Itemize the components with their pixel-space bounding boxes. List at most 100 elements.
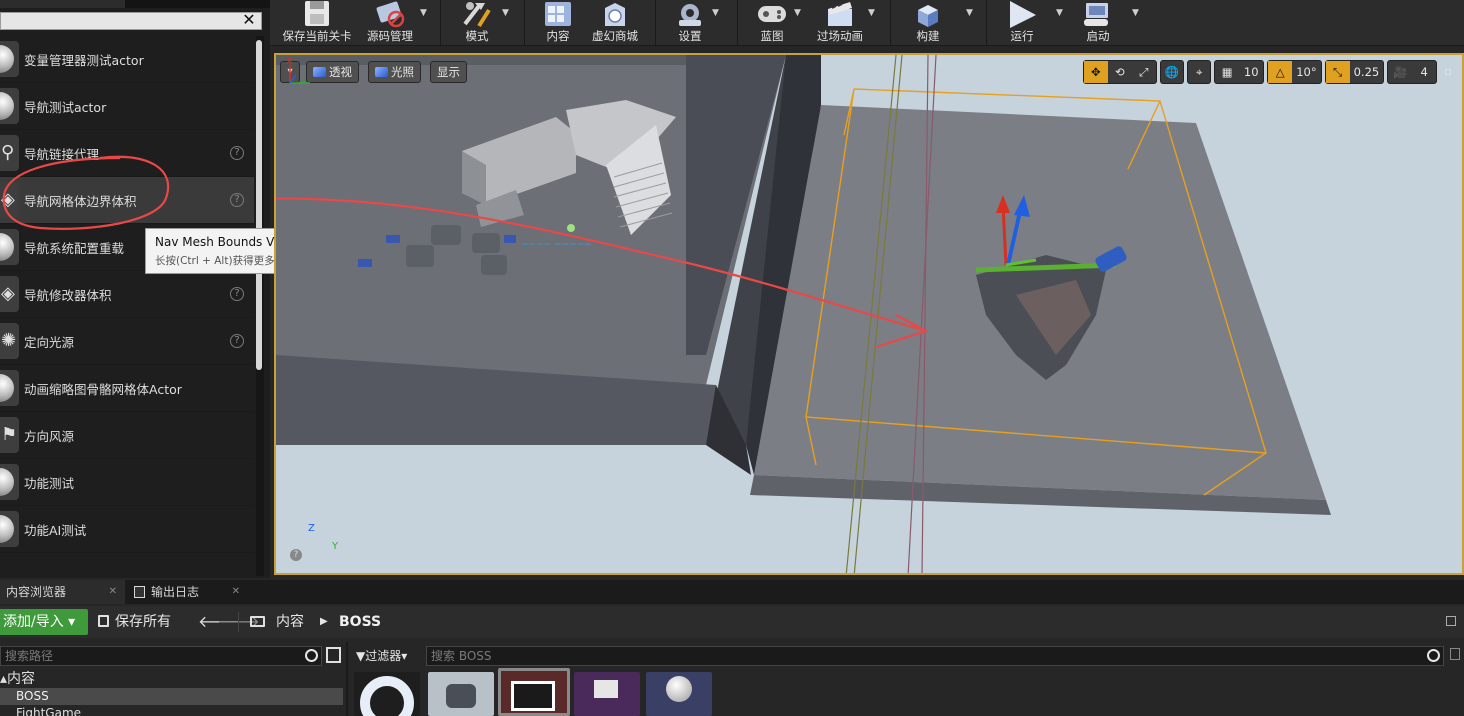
help-icon[interactable]: ? (230, 334, 244, 348)
help-icon[interactable]: ? (230, 287, 244, 301)
asset-search-input[interactable] (427, 647, 1443, 665)
settings-button[interactable]: 设置 ▼ (668, 0, 719, 46)
place-actor-label: 导航测试actor (24, 99, 107, 115)
save-all-button[interactable]: 保存所有 (98, 609, 171, 635)
folder-tree-root[interactable]: ▴内容 (0, 670, 35, 688)
level-viewport[interactable]: ~~~~ ~~~~~ 透视 光照 显示 ✥ ⟲ ⤢ 🌐 ⌖ ▦ 10 △ 10°… (274, 53, 1464, 575)
build-button[interactable]: 构建 ▼ (904, 0, 973, 46)
move-icon[interactable]: ✥ (1083, 61, 1108, 83)
axis-label-y: Y (332, 541, 339, 552)
modes-button[interactable]: 模式 ▼ (452, 0, 509, 46)
help-icon[interactable]: ? (290, 549, 302, 561)
blueprint-icon (752, 0, 792, 28)
grid-snap-value[interactable]: 10 (1239, 61, 1263, 83)
content-button[interactable]: 内容 (536, 0, 580, 46)
path-search-input[interactable] (1, 647, 321, 665)
play-button[interactable]: 运行 ▼ (1000, 0, 1063, 46)
scale-snap-group: ⤡ 0.25 (1324, 60, 1385, 84)
clear-search-icon[interactable]: ✕ (241, 11, 257, 29)
scrollbar-thumb[interactable] (256, 40, 262, 370)
lock-icon[interactable] (1446, 616, 1456, 626)
sphere-icon (0, 370, 19, 406)
blueprints-button[interactable]: 蓝图 ▼ (750, 0, 801, 46)
scale-snap-value[interactable]: 0.25 (1350, 61, 1384, 83)
help-icon[interactable]: ? (230, 193, 244, 207)
camera-speed-icon[interactable]: 🎥 (1388, 61, 1412, 83)
panel-tab[interactable] (0, 0, 125, 8)
place-actor-item[interactable]: 功能测试 (0, 459, 254, 506)
place-actor-item[interactable]: 动画缩略图骨骼网格体Actor (0, 365, 254, 412)
path-search-field[interactable] (0, 646, 322, 666)
content-browser-panel: 内容浏览器 ✕ 输出日志 ✕ 添加/导入 ▾ 保存所有 🡐 🡒 内容 ▶ BOS… (0, 580, 1464, 716)
search-icon[interactable] (305, 649, 318, 662)
scale-snap-icon[interactable]: ⤡ (1325, 61, 1350, 83)
asset-thumbnail[interactable] (574, 672, 640, 716)
chevron-down-icon[interactable]: ▼ (966, 8, 973, 18)
unreal-editor-window: ✕ 变量管理器测试actor 导航测试actor ⚲ 导航链接代理? ◈ 导航网格体边界体… (0, 0, 1464, 716)
show-button[interactable]: 显示 (430, 61, 467, 83)
add-import-button[interactable]: 添加/导入 ▾ (0, 609, 88, 635)
annotation-circle (2, 155, 170, 230)
tab-content-browser[interactable]: 内容浏览器 ✕ (0, 580, 125, 604)
folder-tree-item-boss[interactable]: BOSS (0, 688, 343, 705)
view-options-icon[interactable] (326, 647, 341, 663)
panel-options-icon[interactable] (1450, 648, 1460, 660)
asset-thumbnail[interactable] (428, 672, 494, 716)
camera-speed-value[interactable]: 4 (1412, 61, 1436, 83)
source-control-button[interactable]: 源码管理 ▼ (362, 0, 427, 46)
maximize-viewport-icon[interactable]: ▫ (1440, 60, 1456, 84)
help-icon[interactable]: ? (230, 146, 244, 160)
chevron-down-icon[interactable]: ▼ (502, 8, 509, 18)
chevron-down-icon[interactable]: ▼ (794, 8, 801, 18)
close-tab-icon[interactable]: ✕ (109, 580, 117, 604)
world-space-icon[interactable]: 🌐 (1159, 60, 1185, 84)
asset-thumbnail[interactable] (646, 672, 712, 716)
place-actor-label: 功能测试 (24, 475, 75, 491)
rotation-snap-icon[interactable]: △ (1268, 61, 1293, 83)
place-actor-item[interactable]: 导航测试actor (0, 83, 254, 130)
filters-button[interactable]: ▼过滤器▾ (356, 646, 407, 666)
breadcrumb-boss[interactable]: BOSS (339, 609, 381, 635)
asset-search-field[interactable] (426, 646, 1444, 666)
place-actor-item[interactable]: 变量管理器测试actor (0, 36, 254, 83)
close-tab-icon[interactable]: ✕ (232, 580, 240, 604)
grid-icon[interactable]: ▦ (1215, 61, 1239, 83)
rotation-snap-group: △ 10° (1267, 60, 1322, 84)
breadcrumb-separator-icon[interactable]: ▶ (320, 609, 328, 635)
chevron-down-icon[interactable]: ▼ (1132, 8, 1139, 18)
chevron-down-icon[interactable]: ▼ (1056, 8, 1063, 18)
asset-thumbnail[interactable] (354, 672, 420, 716)
rotation-snap-value[interactable]: 10° (1292, 61, 1320, 83)
save-icon (98, 615, 109, 627)
lit-mode-button[interactable]: 光照 (368, 61, 421, 83)
chevron-down-icon[interactable]: ▼ (868, 8, 875, 18)
sphere-icon (0, 41, 19, 77)
scale-icon[interactable]: ⤢ (1132, 61, 1156, 83)
camera-icon (594, 680, 618, 698)
place-search-input[interactable]: ✕ (0, 11, 262, 30)
mesh-preview-icon (446, 684, 476, 708)
folder-tree-item-fightgame[interactable]: FightGame (16, 705, 81, 716)
splitter[interactable] (346, 642, 348, 716)
tab-output-log[interactable]: 输出日志 ✕ (128, 580, 248, 604)
launch-button[interactable]: 启动 ▼ (1076, 0, 1139, 46)
breadcrumb-content[interactable]: 内容 (276, 609, 304, 635)
chevron-down-icon[interactable]: ▼ (712, 8, 719, 18)
marketplace-button[interactable]: 虚幻商城 (588, 0, 642, 46)
svg-text:X: X (286, 56, 293, 67)
search-icon[interactable] (1427, 649, 1440, 662)
axis-indicator: X (286, 56, 310, 84)
place-actor-item[interactable]: ✺ 定向光源? (0, 318, 254, 365)
save-current-level-button[interactable]: 保存当前关卡 (280, 0, 354, 46)
chevron-down-icon[interactable]: ▼ (420, 8, 427, 18)
place-actor-item[interactable]: ⚑ 方向风源 (0, 412, 254, 459)
cinematics-button[interactable]: 过场动画 ▼ (812, 0, 875, 46)
play-icon (1002, 0, 1042, 28)
place-actor-item[interactable]: ◈ 导航修改器体积? (0, 271, 254, 318)
surface-snap-icon[interactable]: ⌖ (1187, 60, 1212, 84)
place-actor-item[interactable]: 功能AI测试 (0, 506, 254, 553)
asset-thumbnail-selected[interactable] (498, 668, 570, 716)
folder-icon[interactable] (250, 616, 265, 627)
viewport-right-toolbar: ✥ ⟲ ⤢ 🌐 ⌖ ▦ 10 △ 10° ⤡ 0.25 🎥 4 ▫ (1082, 60, 1456, 84)
rotate-icon[interactable]: ⟲ (1108, 61, 1132, 83)
